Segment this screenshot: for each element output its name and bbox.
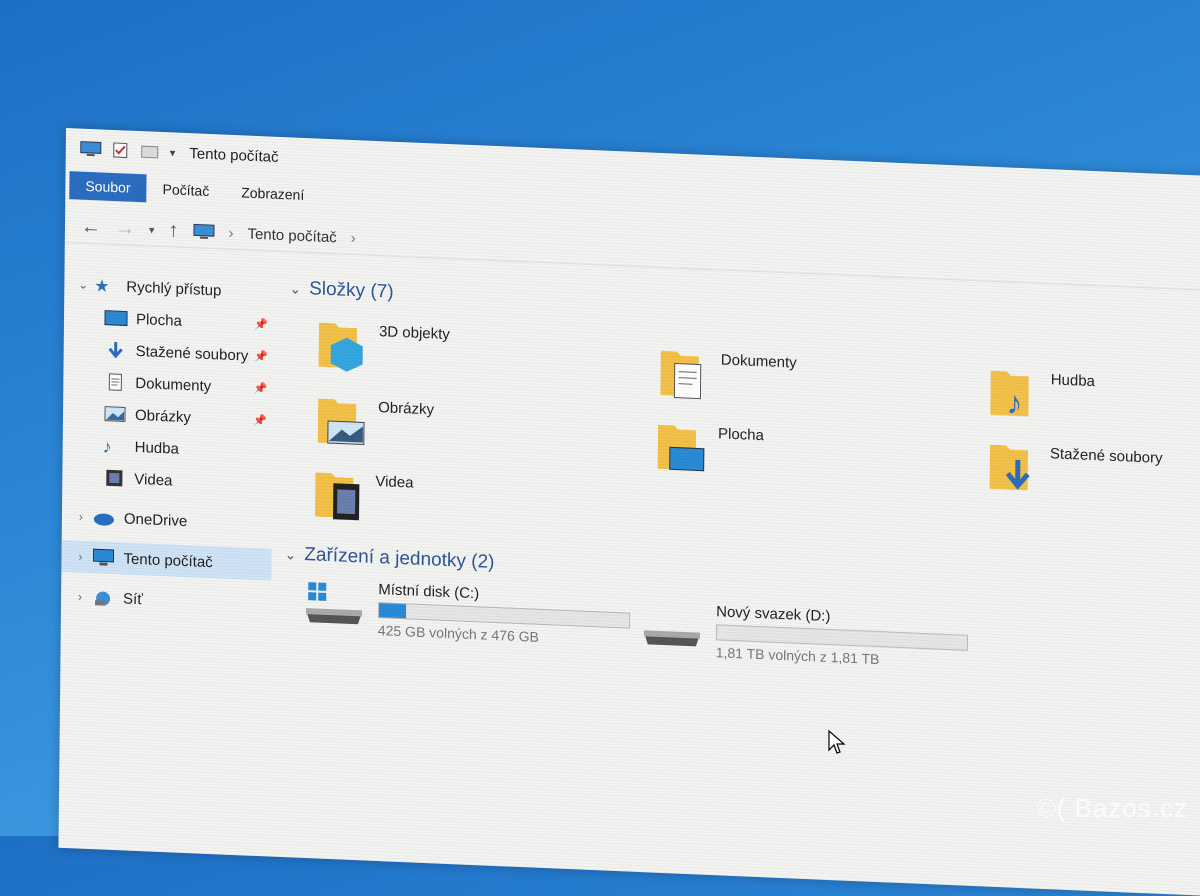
nav-network[interactable]: › Síť [69,580,271,620]
pin-icon[interactable]: 📌 [253,413,267,427]
drive-d[interactable]: Nový svazek (D:) 1,81 TB volných z 1,81 … [642,600,967,671]
hard-drive-icon [642,600,705,653]
recent-dropdown-icon[interactable]: ▾ [149,223,155,236]
forward-arrow-icon[interactable]: → [115,217,135,241]
group-title: Složky (7) [309,278,394,304]
download-arrow-icon [104,341,128,360]
customize-dropdown-icon[interactable]: ▾ [170,146,176,159]
folder-obrazky[interactable]: Obrázky [316,391,434,452]
drive-info: Místní disk (C:) 425 GB volných z 476 GB [378,581,629,648]
file-explorer-window: ▾ Tento počítač Soubor Počítač Zobrazení… [58,128,1200,896]
cloud-icon [92,508,116,527]
music-note-icon: ♪ [103,437,127,456]
breadcrumb-separator-icon[interactable]: › [351,229,356,246]
3d-objects-icon [317,315,368,373]
group-title: Zařízení a jednotky (2) [304,544,494,574]
this-pc-icon [192,223,214,240]
pin-icon[interactable]: 📌 [254,381,268,395]
pictures-icon [316,391,367,449]
folder-3d-objekty[interactable]: 3D objekty [317,315,450,377]
nav-label: Obrázky [135,406,191,425]
chevron-down-icon[interactable]: ⌄ [289,280,301,297]
folder-label: Videa [375,473,413,492]
film-icon [102,469,126,488]
music-icon: ♪ [988,363,1039,421]
picture-icon [103,405,127,424]
desktop-icon [104,309,128,328]
folder-label: Dokumenty [721,351,797,371]
folder-label: Plocha [718,425,764,444]
chevron-right-icon[interactable]: › [69,549,91,564]
back-arrow-icon[interactable]: ← [81,215,101,239]
pin-icon[interactable]: 📌 [254,349,268,363]
window-title: Tento počítač [189,145,278,166]
computer-icon [80,141,102,158]
nav-onedrive[interactable]: › OneDrive [70,500,272,540]
network-icon [91,588,115,607]
nav-this-pc[interactable]: › Tento počítač [61,540,271,581]
document-icon [103,373,127,392]
nav-label: Videa [134,470,172,489]
documents-icon [658,343,709,401]
properties-icon[interactable] [110,142,132,159]
nav-label: Hudba [135,438,179,457]
mouse-cursor-icon [828,730,846,756]
downloads-icon [988,437,1039,495]
navigation-pane: ⌄ ★ Rychlý přístup Plocha 📌 Stažené soub… [58,268,274,857]
nav-label: Síť [123,590,143,608]
nav-label: OneDrive [124,510,188,530]
nav-label: Plocha [136,310,182,329]
group-header-drives[interactable]: ⌄ Zařízení a jednotky (2) [285,543,495,574]
computer-icon [91,548,115,567]
tab-zobrazeni[interactable]: Zobrazení [225,178,320,210]
breadcrumb-this-pc[interactable]: Tento počítač [247,225,336,246]
folder-dokumenty[interactable]: Dokumenty [658,343,796,405]
folder-label: 3D objekty [379,323,450,343]
desktop-icon [656,417,707,475]
drive-info: Nový svazek (D:) 1,81 TB volných z 1,81 … [716,603,967,670]
folder-videa[interactable]: Videa [313,464,414,524]
tab-soubor[interactable]: Soubor [69,171,146,202]
drive-usage-fill [379,603,406,618]
star-icon: ★ [94,276,118,295]
nav-label: Tento počítač [123,550,212,571]
nav-label: Rychlý přístup [126,278,221,299]
group-header-folders[interactable]: ⌄ Složky (7) [289,277,393,303]
svg-text:♪: ♪ [1006,384,1022,420]
videos-icon [313,464,364,522]
folder-label: Obrázky [378,399,434,418]
up-arrow-icon[interactable]: ↑ [168,219,178,242]
breadcrumb-separator-icon[interactable]: › [228,224,233,241]
chevron-down-icon[interactable]: ⌄ [72,277,94,292]
windows-drive-icon [304,578,367,631]
folder-plocha[interactable]: Plocha [656,417,764,477]
folder-label: Stažené soubory [1050,445,1163,467]
new-folder-icon[interactable] [140,143,162,160]
folder-hudba[interactable]: ♪ Hudba [988,363,1095,423]
chevron-down-icon[interactable]: ⌄ [285,546,297,563]
pin-icon[interactable]: 📌 [254,317,268,331]
nav-label: Dokumenty [135,374,211,394]
watermark-logo: ©( Bazos.cz [1036,793,1188,824]
chevron-right-icon[interactable]: › [70,509,92,524]
folder-label: Hudba [1051,371,1095,390]
drive-c[interactable]: Místní disk (C:) 425 GB volných z 476 GB [304,578,629,649]
folder-stazene-soubory[interactable]: Stažené soubory [988,437,1163,500]
chevron-right-icon[interactable]: › [69,589,91,604]
tab-pocitac[interactable]: Počítač [146,174,225,205]
nav-label: Stažené soubory [136,342,249,364]
